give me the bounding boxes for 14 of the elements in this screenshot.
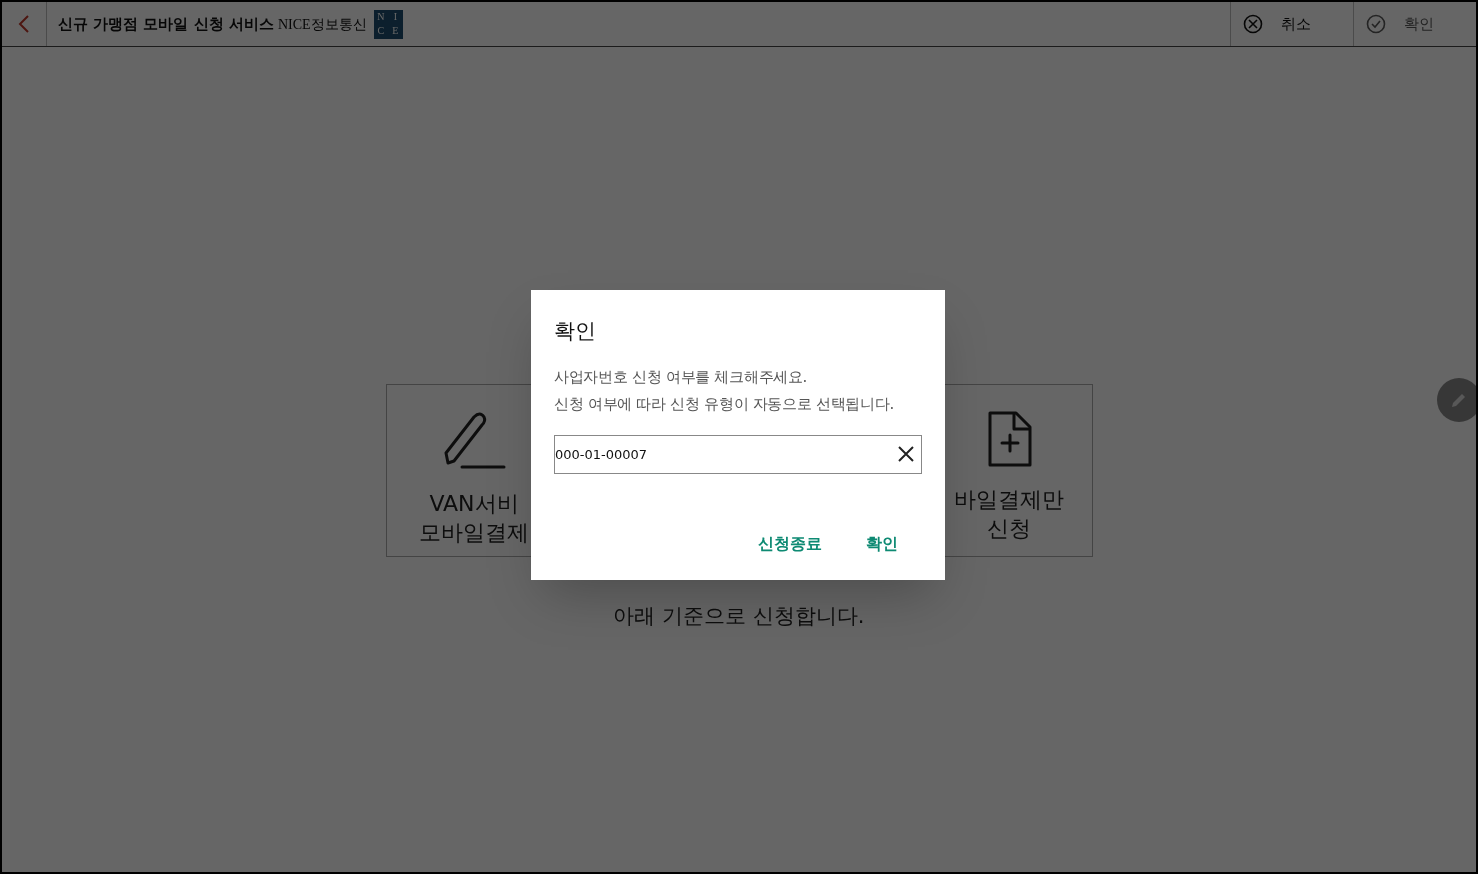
criteria-note: 아래 기준으로 신청합니다. — [613, 603, 865, 630]
option-label: VAN서비 — [429, 490, 519, 518]
page-title: 신규 가맹점 모바일 신청 서비스 — [58, 13, 274, 35]
dialog-title: 확인 — [554, 318, 597, 345]
logo-letter: I — [393, 11, 397, 22]
option-label: 바일결제만 — [953, 486, 1064, 514]
logo-letter: E — [392, 26, 399, 37]
logo-letter: C — [377, 26, 385, 37]
dialog-message: 신청 여부에 따라 신청 유형이 자동으로 선택됩니다. — [554, 393, 895, 415]
option-label: 신청 — [986, 515, 1031, 543]
dialog-message: 사업자번호 신청 여부를 체크해주세요. — [554, 366, 809, 388]
brand-name: NICE정보통신 — [277, 15, 367, 34]
option-label: 모바일결제 — [419, 519, 529, 547]
logo-letter: N — [377, 11, 385, 22]
